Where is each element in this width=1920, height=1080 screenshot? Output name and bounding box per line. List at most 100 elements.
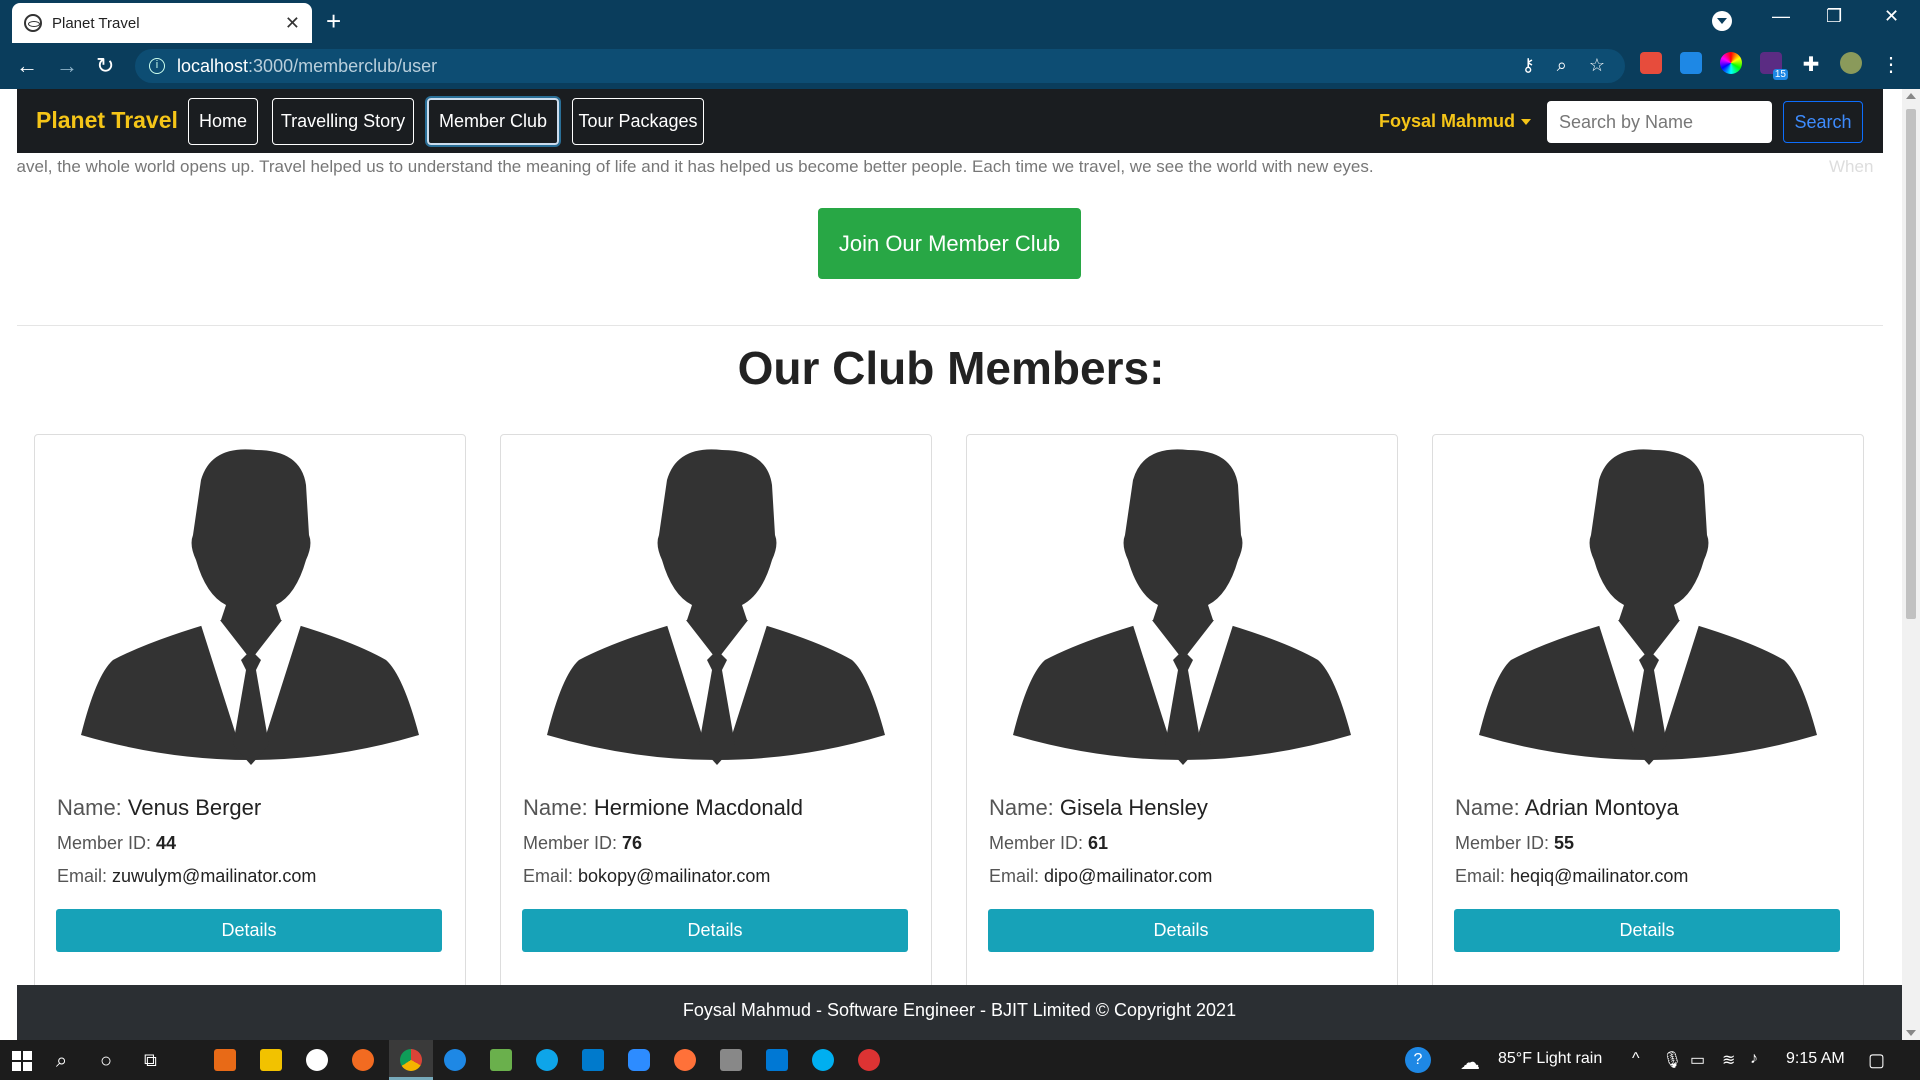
scroll-thumb[interactable] [1906,109,1916,619]
chevron-up-icon[interactable]: ^ [1632,1050,1640,1068]
search-icon[interactable]: ⌕ [56,1050,67,1073]
member-id-value: 55 [1554,833,1575,853]
chrome-icon[interactable] [400,1049,422,1071]
email-label: Email: [57,866,108,886]
bookmark-star-icon[interactable]: ☆ [1589,55,1605,76]
zoom-icon[interactable]: ⌕ [1557,55,1567,76]
task-view-icon[interactable]: ⧉ [144,1050,157,1071]
weather-text[interactable]: 85°F Light rain [1498,1050,1602,1068]
member-email-value: zuwulym@mailinator.com [112,866,317,886]
cortana-icon[interactable]: ○ [100,1050,112,1073]
nav-member-club[interactable]: Member Club [427,98,559,145]
kebab-menu-icon[interactable]: ⋮ [1880,52,1902,76]
member-email: Email: dipo@mailinator.com [989,866,1212,887]
close-window-icon[interactable]: ✕ [1884,6,1899,27]
reload-icon[interactable]: ↻ [96,53,114,79]
clock-time[interactable]: 9:15 AM [1786,1050,1845,1068]
member-name: Name: Venus Berger [57,795,261,821]
member-avatar [81,449,419,765]
calculator-icon[interactable] [720,1049,742,1071]
extension-icon[interactable] [1680,52,1702,74]
member-id-label: Member ID: [57,833,152,853]
member-card: Name: Gisela Hensley Member ID: 61 Email… [966,434,1398,994]
nav-travelling-story[interactable]: Travelling Story [272,98,414,145]
search-input[interactable] [1547,101,1772,143]
color-picker-icon[interactable] [1720,52,1742,74]
restore-icon[interactable]: ❐ [1826,6,1842,27]
email-label: Email: [1455,866,1506,886]
name-label: Name: [57,795,122,820]
search-button[interactable]: Search [1783,101,1863,143]
url-path: :3000/memberclub/user [248,55,438,76]
user-dropdown[interactable]: Foysal Mahmud [1379,111,1531,132]
info-icon[interactable]: i [149,58,165,74]
app-icon[interactable] [444,1049,466,1071]
details-button[interactable]: Details [56,909,442,952]
brand-logo[interactable]: Planet Travel [36,107,178,134]
file-explorer-icon[interactable] [260,1049,282,1071]
member-id-label: Member ID: [1455,833,1550,853]
back-icon[interactable]: ← [16,53,38,79]
member-avatar [547,449,885,765]
microphone-icon[interactable]: 🎙 [1662,1050,1682,1070]
details-button[interactable]: Details [522,909,908,952]
vscode-icon[interactable] [582,1049,604,1071]
member-card: Name: Venus Berger Member ID: 44 Email: … [34,434,466,994]
member-id: Member ID: 76 [523,833,642,854]
member-email: Email: bokopy@mailinator.com [523,866,770,887]
member-avatar [1013,449,1351,765]
name-label: Name: [989,795,1054,820]
edge-icon[interactable] [536,1049,558,1071]
minimize-icon[interactable]: — [1772,6,1790,27]
cloud-icon[interactable]: ☁ [1460,1050,1480,1075]
member-id-label: Member ID: [989,833,1084,853]
firefox-icon[interactable] [674,1049,696,1071]
browser-tab[interactable]: Planet Travel ✕ [12,3,312,43]
extension-icon[interactable]: 15 [1760,52,1788,80]
member-id: Member ID: 61 [989,833,1108,854]
forward-icon[interactable]: → [56,53,78,79]
nav-tour-packages[interactable]: Tour Packages [572,98,704,145]
scroll-up-icon[interactable] [1906,93,1916,99]
member-email: Email: zuwulym@mailinator.com [57,866,316,887]
page-scrollbar[interactable] [1902,89,1920,1040]
app-icon[interactable] [858,1049,880,1071]
nav-home[interactable]: Home [188,98,258,145]
tab-search-icon[interactable] [1712,11,1732,31]
postman-icon[interactable] [352,1049,374,1071]
marquee-tail: When [1829,157,1874,176]
puzzle-icon[interactable]: ✚ [1800,52,1822,76]
details-button[interactable]: Details [988,909,1374,952]
member-id-value: 76 [622,833,643,853]
app-icon[interactable] [766,1049,788,1071]
member-avatar [1479,449,1817,765]
member-email-value: bokopy@mailinator.com [578,866,771,886]
windows-start-icon[interactable] [12,1051,32,1071]
wifi-icon[interactable]: ≋ [1722,1050,1735,1070]
volume-icon[interactable]: ♪ [1750,1050,1758,1068]
avatar[interactable] [1840,52,1862,74]
battery-icon[interactable]: ▭ [1690,1050,1705,1070]
help-icon[interactable]: ? [1405,1047,1431,1073]
marquee-text: u travel, the whole world opens up. Trav… [17,157,1374,176]
scroll-down-icon[interactable] [1906,1030,1916,1036]
key-icon[interactable]: ⚷ [1522,55,1535,76]
member-name-value: Hermione Macdonald [593,795,804,820]
site-navbar: Planet Travel Home Travelling Story Memb… [17,89,1883,153]
details-button[interactable]: Details [1454,909,1840,952]
new-tab-icon[interactable]: + [326,6,341,37]
xampp-icon[interactable] [214,1049,236,1071]
notepad-icon[interactable] [490,1049,512,1071]
member-name: Name: Adrian Montoya [1455,795,1679,821]
tab-title: Planet Travel [52,14,140,32]
zoom-app-icon[interactable] [628,1049,650,1071]
extension-icon[interactable] [1640,52,1662,74]
join-member-club-button[interactable]: Join Our Member Club [818,208,1081,279]
github-icon[interactable] [306,1049,328,1071]
tab-close-icon[interactable]: ✕ [285,13,300,34]
skype-icon[interactable] [812,1049,834,1071]
notification-icon[interactable]: ▢ [1868,1050,1885,1071]
address-bar[interactable]: i localhost:3000/memberclub/user ⚷ ⌕ ☆ [135,49,1625,83]
extensions-bar: 15 ✚ ⋮ [1640,52,1902,80]
member-email-value: heqiq@mailinator.com [1510,866,1689,886]
